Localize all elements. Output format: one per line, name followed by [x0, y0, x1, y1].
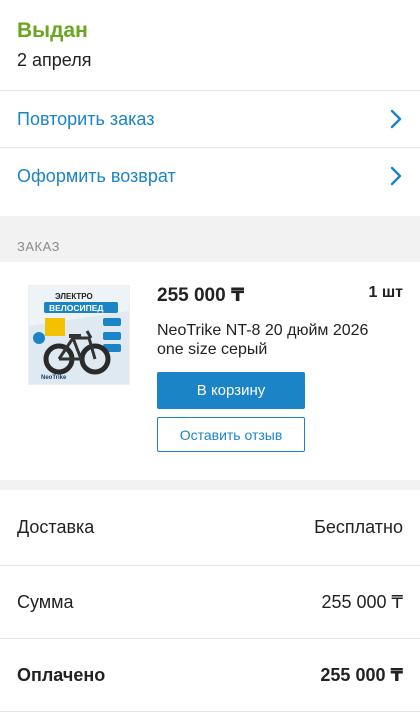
- sum-row: Сумма 255 000 ₸: [0, 566, 420, 638]
- return-order-label: Оформить возврат: [17, 165, 176, 186]
- add-to-cart-button[interactable]: В корзину: [157, 372, 305, 409]
- sum-label: Сумма: [17, 591, 74, 612]
- section-separator: [0, 480, 420, 490]
- repeat-order-row[interactable]: Повторить заказ: [0, 91, 420, 147]
- return-order-row[interactable]: Оформить возврат: [0, 148, 420, 204]
- paid-value: 255 000 ₸: [320, 664, 403, 685]
- order-status-title: Выдан: [17, 19, 88, 42]
- repeat-order-label: Повторить заказ: [17, 108, 155, 129]
- chevron-right-icon: [389, 166, 403, 186]
- product-image[interactable]: ЭЛЕКТРО ВЕЛОСИПЕД NeoTrike: [28, 285, 130, 385]
- order-section-header: ЗАКАЗ: [0, 216, 420, 262]
- delivery-row: Доставка Бесплатно: [0, 490, 420, 565]
- product-image-text-1: ЭЛЕКТРО: [55, 292, 93, 301]
- product-price: 255 000 ₸: [157, 285, 245, 306]
- order-section-title: ЗАКАЗ: [17, 239, 60, 254]
- leave-review-button[interactable]: Оставить отзыв: [157, 417, 305, 452]
- order-status-date: 2 апреля: [17, 50, 92, 70]
- order-item-card: ЭЛЕКТРО ВЕЛОСИПЕД NeoTrike 255 000 ₸ 1 ш…: [0, 262, 420, 480]
- paid-label: Оплачено: [17, 664, 106, 685]
- product-name-line-2: one size серый: [157, 341, 268, 358]
- product-name-line-1: NeoTrike NT-8 20 дюйм 2026: [157, 322, 369, 339]
- product-name[interactable]: NeoTrike NT-8 20 дюйм 2026 one size серы…: [157, 321, 387, 359]
- paid-row: Оплачено 255 000 ₸: [0, 639, 420, 711]
- product-brand-logo: NeoTrike: [41, 375, 67, 381]
- delivery-label: Доставка: [17, 517, 95, 537]
- chevron-right-icon: [389, 109, 403, 129]
- order-status-block: Выдан 2 апреля: [0, 0, 420, 90]
- product-quantity: 1 шт: [368, 284, 403, 301]
- delivery-value: Бесплатно: [314, 517, 403, 537]
- sum-value: 255 000 ₸: [321, 591, 403, 612]
- product-image-text-2: ВЕЛОСИПЕД: [49, 303, 103, 313]
